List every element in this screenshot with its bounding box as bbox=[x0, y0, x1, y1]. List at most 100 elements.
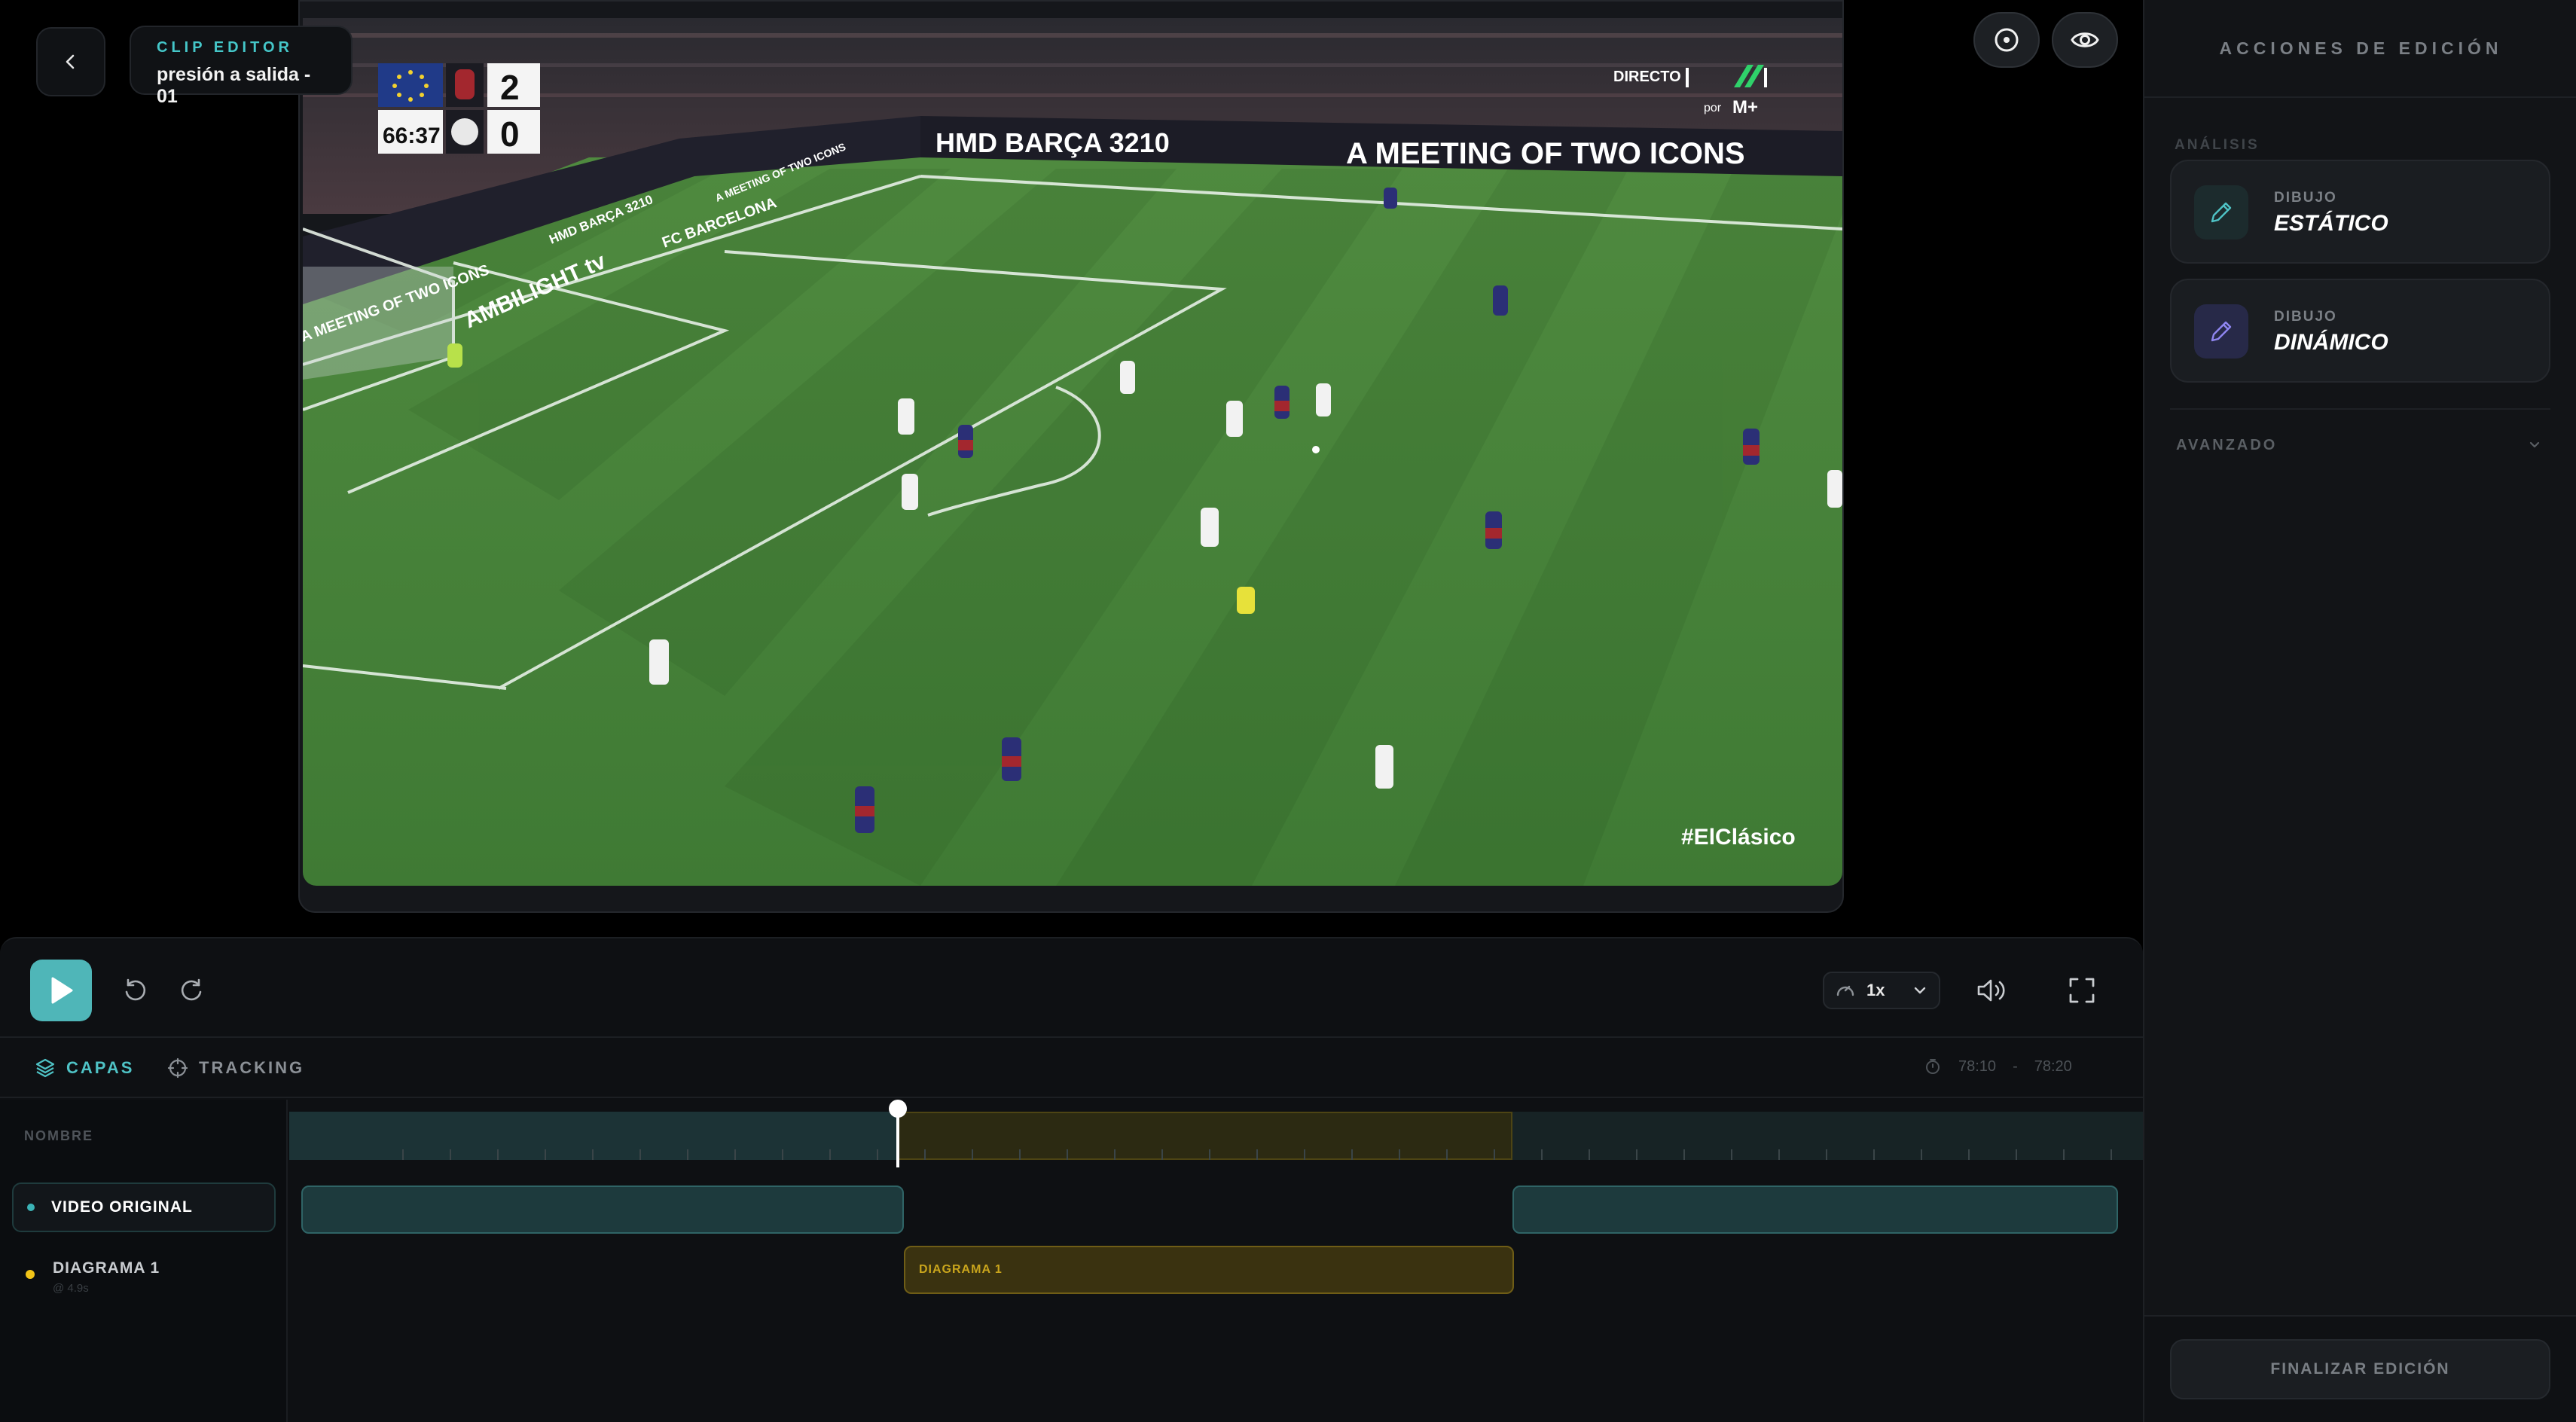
advanced-label: AVANZADO bbox=[2176, 437, 2278, 453]
video-stage: HMD BARÇA 3210 A MEETING OF TWO ICONS AM… bbox=[0, 0, 2143, 934]
pencil-icon bbox=[2211, 202, 2232, 223]
layer-color-dot bbox=[27, 1204, 35, 1211]
ruler-tick bbox=[1921, 1149, 1922, 1160]
layer-row-video-original[interactable]: VIDEO ORIGINAL bbox=[12, 1182, 276, 1232]
match-frame-image: HMD BARÇA 3210 A MEETING OF TWO ICONS AM… bbox=[303, 18, 1842, 886]
ruler-tick bbox=[924, 1149, 926, 1160]
video-player[interactable]: HMD BARÇA 3210 A MEETING OF TWO ICONS AM… bbox=[303, 18, 1842, 886]
time-start: 78:10 bbox=[1958, 1057, 1997, 1075]
ruler-segment-after bbox=[1512, 1112, 2143, 1160]
sponsor-label: por bbox=[1704, 102, 1722, 114]
ruler-tick bbox=[687, 1149, 688, 1160]
fullscreen-button[interactable] bbox=[2061, 970, 2103, 1011]
name-column-header: NOMBRE bbox=[24, 1128, 93, 1143]
ruler-tick bbox=[1446, 1149, 1448, 1160]
ruler-tick bbox=[829, 1149, 831, 1160]
ruler-tick bbox=[1778, 1149, 1780, 1160]
action-title: DINÁMICO bbox=[2274, 330, 2388, 355]
visibility-button[interactable] bbox=[2052, 12, 2118, 68]
target-icon bbox=[1995, 28, 2019, 52]
dynamic-drawing-button[interactable]: DIBUJO DINÁMICO bbox=[2170, 279, 2550, 383]
panel-title: ACCIONES DE EDICIÓN bbox=[2219, 38, 2503, 58]
speed-icon bbox=[1836, 985, 1854, 996]
layers-icon bbox=[35, 1058, 55, 1078]
ruler-tick bbox=[2111, 1149, 2112, 1160]
forward-icon bbox=[181, 978, 202, 1001]
ruler-tick bbox=[545, 1149, 546, 1160]
ruler-tick bbox=[1304, 1149, 1305, 1160]
playback-controls: 1x bbox=[0, 937, 2143, 1036]
time-range: 78:10 - 78:20 bbox=[1924, 1057, 2072, 1076]
ruler-tick bbox=[1968, 1149, 1970, 1160]
finish-editing-button[interactable]: FINALIZAR EDICIÓN bbox=[2170, 1339, 2550, 1399]
diagram-clip-label: DIAGRAMA 1 bbox=[919, 1263, 1003, 1276]
action-kicker: DIBUJO bbox=[2274, 309, 2337, 325]
rewind-button[interactable] bbox=[114, 970, 155, 1011]
action-title: ESTÁTICO bbox=[2274, 211, 2388, 236]
advanced-section-toggle[interactable]: AVANZADO bbox=[2170, 408, 2550, 476]
focus-button[interactable] bbox=[1973, 12, 2040, 68]
ruler-tick bbox=[1351, 1149, 1353, 1160]
static-drawing-button[interactable]: DIBUJO ESTÁTICO bbox=[2170, 160, 2550, 264]
tab-layers[interactable]: CAPAS bbox=[35, 1054, 134, 1082]
clip-editor-kicker: CLIP EDITOR bbox=[157, 39, 293, 56]
board-text-right: A MEETING OF TWO ICONS bbox=[1346, 137, 1745, 170]
tab-layers-label: CAPAS bbox=[66, 1058, 135, 1077]
ruler-tick bbox=[782, 1149, 783, 1160]
tab-tracking[interactable]: TRACKING bbox=[167, 1054, 304, 1082]
pencil-icon bbox=[2211, 321, 2232, 342]
layer-row-label: DIAGRAMA 1 bbox=[53, 1259, 160, 1277]
ruler-tick bbox=[1731, 1149, 1732, 1160]
ruler-tick bbox=[497, 1149, 499, 1160]
layer-tabs: CAPAS TRACKING 78:10 - 78:20 bbox=[0, 1038, 2143, 1098]
layers-panel: CAPAS TRACKING 78:10 - 78:20 NOMBRE VIDE… bbox=[0, 1036, 2143, 1422]
volume-icon bbox=[1977, 979, 2005, 1002]
chevron-left-icon bbox=[66, 54, 75, 69]
ruler-tick bbox=[450, 1149, 451, 1160]
back-button[interactable] bbox=[36, 27, 105, 96]
ruler-tick bbox=[639, 1149, 641, 1160]
video-frame: HMD BARÇA 3210 A MEETING OF TWO ICONS AM… bbox=[298, 0, 1844, 913]
ruler-tick bbox=[1683, 1149, 1685, 1160]
play-button[interactable] bbox=[30, 960, 92, 1021]
svg-text:M+: M+ bbox=[1732, 97, 1758, 117]
action-icon-box bbox=[2194, 304, 2248, 359]
time-end: 78:20 bbox=[2034, 1057, 2072, 1075]
time-separator: - bbox=[2013, 1057, 2018, 1075]
chevron-down-icon bbox=[2529, 441, 2540, 448]
ruler-tick bbox=[592, 1149, 594, 1160]
action-kicker: DIBUJO bbox=[2274, 190, 2337, 206]
ruler-tick bbox=[972, 1149, 973, 1160]
action-icon-box bbox=[2194, 185, 2248, 240]
score-home: 2 bbox=[500, 68, 520, 107]
timeline-ruler[interactable] bbox=[289, 1112, 2143, 1160]
diagram-clip-segment[interactable]: DIAGRAMA 1 bbox=[904, 1246, 1514, 1294]
board-text-left: HMD BARÇA 3210 bbox=[935, 127, 1170, 158]
chevron-down-icon bbox=[1914, 987, 1926, 994]
ruler-tick bbox=[734, 1149, 736, 1160]
analysis-section-label: ANÁLISIS bbox=[2175, 137, 2260, 153]
speed-select[interactable]: 1x bbox=[1823, 972, 1940, 1009]
score-away: 0 bbox=[500, 114, 520, 154]
layer-row-label: VIDEO ORIGINAL bbox=[51, 1198, 193, 1216]
speed-value: 1x bbox=[1866, 981, 1885, 999]
video-clip-segment[interactable] bbox=[301, 1186, 904, 1234]
forward-button[interactable] bbox=[172, 970, 212, 1011]
ruler-tick bbox=[1209, 1149, 1210, 1160]
ruler-tick bbox=[1541, 1149, 1543, 1160]
ruler-tick bbox=[1256, 1149, 1258, 1160]
live-label: DIRECTO bbox=[1613, 69, 1681, 85]
timeline-track-area[interactable]: DIAGRAMA 1 bbox=[289, 1100, 2143, 1422]
video-clip-segment[interactable] bbox=[1512, 1186, 2118, 1234]
layer-row-timestamp: @ 4.9s bbox=[53, 1282, 89, 1295]
ruler-tick bbox=[1589, 1149, 1590, 1160]
ruler-tick bbox=[2063, 1149, 2065, 1160]
fullscreen-icon bbox=[2069, 978, 2095, 1003]
volume-button[interactable] bbox=[1970, 970, 2013, 1011]
timer-icon bbox=[1926, 1059, 1940, 1074]
playhead-handle[interactable] bbox=[889, 1100, 907, 1118]
layer-color-dot bbox=[26, 1270, 35, 1279]
clip-name: presión a salida - 01 bbox=[157, 64, 311, 107]
ruler-tick bbox=[877, 1149, 878, 1160]
layer-row-diagram[interactable]: DIAGRAMA 1 @ 4.9s bbox=[12, 1243, 276, 1303]
